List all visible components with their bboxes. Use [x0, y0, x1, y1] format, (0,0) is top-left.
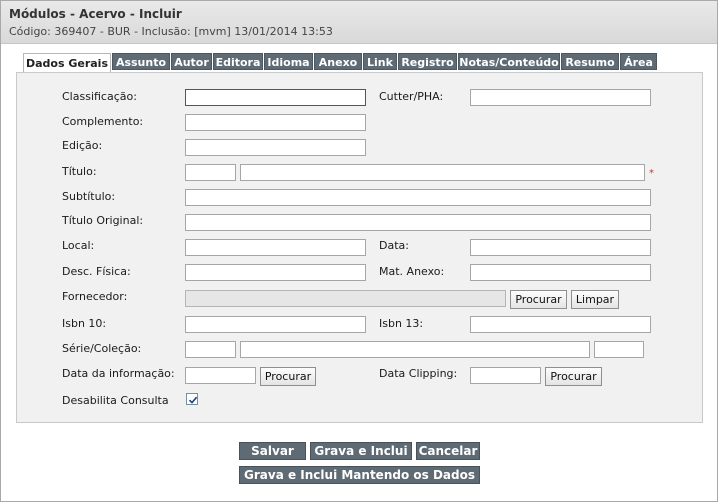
tab-editora[interactable]: Editora	[213, 53, 263, 70]
grava-inclui-mantendo-button[interactable]: Grava e Inclui Mantendo os Dados	[239, 466, 480, 484]
window-frame: Módulos - Acervo - Incluir Código: 36940…	[0, 0, 718, 502]
data-clipping-procurar-button[interactable]: Procurar	[545, 367, 602, 386]
tab-registro[interactable]: Registro	[398, 53, 457, 70]
desabilita-consulta-checkbox[interactable]	[186, 393, 198, 405]
page-title: Módulos - Acervo - Incluir	[9, 7, 182, 21]
fornecedor-input	[185, 290, 506, 307]
data-informacao-input[interactable]	[185, 367, 256, 384]
data-informacao-procurar-button[interactable]: Procurar	[260, 367, 316, 386]
titulo-original-input[interactable]	[185, 214, 651, 231]
label-data-clipping: Data Clipping:	[379, 367, 458, 380]
isbn10-input[interactable]	[185, 316, 366, 333]
edicao-input[interactable]	[185, 139, 366, 156]
mat-anexo-input[interactable]	[470, 264, 651, 281]
label-titulo-original: Título Original:	[62, 214, 144, 227]
titulo-input[interactable]	[240, 164, 645, 181]
cancelar-button[interactable]: Cancelar	[416, 442, 480, 460]
label-complemento: Complemento:	[62, 115, 144, 128]
cutter-input[interactable]	[470, 89, 651, 106]
serie-number-input[interactable]	[594, 341, 644, 358]
label-data-informacao: Data da informação:	[62, 367, 175, 380]
checkmark-icon	[188, 396, 198, 404]
serie-input[interactable]	[240, 341, 590, 358]
tab-anexo[interactable]: Anexo	[314, 53, 362, 70]
tab-resumo[interactable]: Resumo	[561, 53, 619, 70]
record-info: Código: 369407 - BUR - Inclusão: [mvm] 1…	[9, 25, 333, 38]
fornecedor-procurar-button[interactable]: Procurar	[510, 290, 567, 309]
isbn13-input[interactable]	[470, 316, 651, 333]
label-isbn13: Isbn 13:	[379, 317, 424, 330]
label-titulo: Título:	[62, 165, 97, 178]
label-serie: Série/Coleção:	[62, 342, 142, 355]
salvar-button[interactable]: Salvar	[239, 442, 306, 460]
label-mat-anexo: Mat. Anexo:	[379, 265, 445, 278]
label-data: Data:	[379, 239, 409, 252]
tab-dados-gerais[interactable]: Dados Gerais	[23, 53, 111, 73]
data-input[interactable]	[470, 239, 651, 256]
label-desc-fisica: Desc. Física:	[62, 265, 131, 278]
subtitulo-input[interactable]	[185, 189, 651, 206]
tab-assunto[interactable]: Assunto	[112, 53, 170, 70]
label-classificacao: Classificação:	[62, 90, 137, 103]
label-desabilita-consulta: Desabilita Consulta	[62, 394, 169, 407]
complemento-input[interactable]	[185, 114, 366, 131]
tab-notas-conteudo[interactable]: Notas/Conteúdo	[458, 53, 560, 70]
page-header: Módulos - Acervo - Incluir Código: 36940…	[1, 1, 717, 44]
grava-inclui-button[interactable]: Grava e Inclui	[310, 442, 412, 460]
data-clipping-input[interactable]	[470, 367, 541, 384]
classificacao-input[interactable]	[185, 89, 366, 106]
required-mark: *	[649, 168, 654, 179]
local-input[interactable]	[185, 239, 366, 256]
label-isbn10: Isbn 10:	[62, 317, 107, 330]
tab-autor[interactable]: Autor	[171, 53, 212, 70]
desc-fisica-input[interactable]	[185, 264, 366, 281]
tab-idioma[interactable]: Idioma	[264, 53, 313, 70]
tab-area[interactable]: Área	[620, 53, 657, 70]
fornecedor-limpar-button[interactable]: Limpar	[571, 290, 619, 309]
label-edicao: Edição:	[62, 139, 103, 152]
label-subtitulo: Subtítulo:	[62, 190, 116, 203]
serie-prefix-input[interactable]	[185, 341, 236, 358]
label-local: Local:	[62, 239, 95, 252]
titulo-prefix-input[interactable]	[185, 164, 236, 181]
tab-link[interactable]: Link	[363, 53, 397, 70]
label-cutter: Cutter/PHA:	[379, 90, 444, 103]
label-fornecedor: Fornecedor:	[62, 290, 128, 303]
